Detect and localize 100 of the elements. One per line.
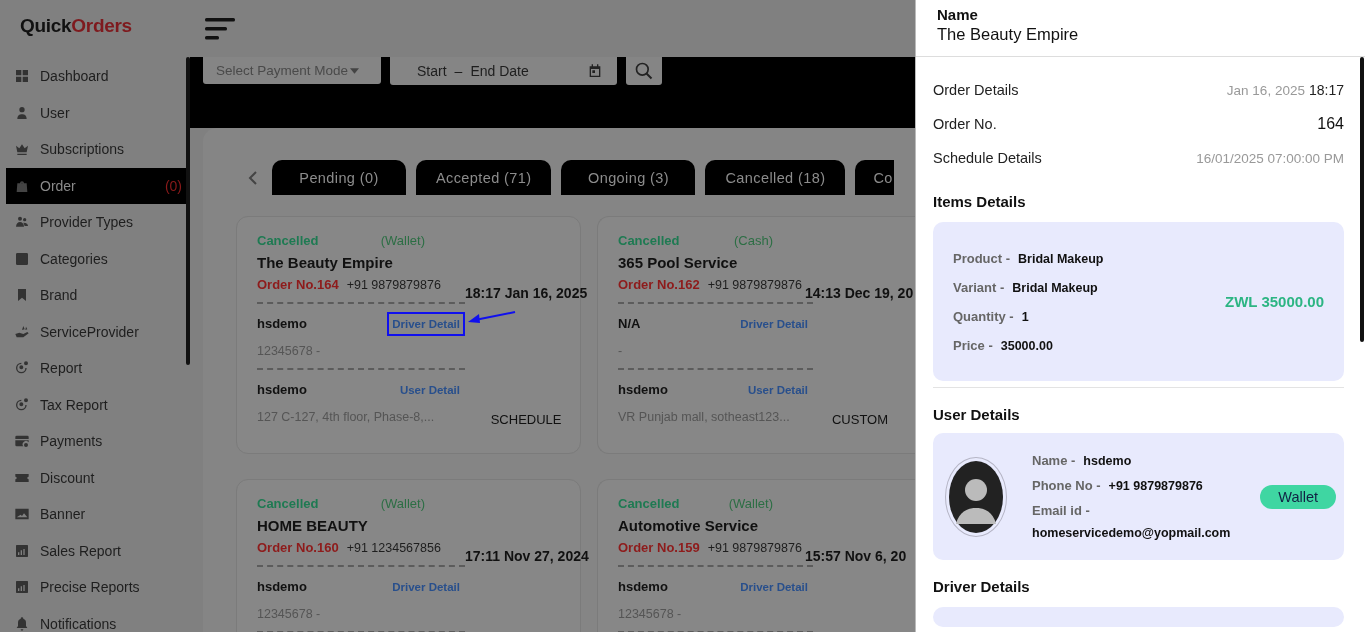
driver-detail-link[interactable]: Driver Detail xyxy=(387,575,465,599)
sidebar-item[interactable]: Discount xyxy=(6,459,186,496)
detail-label: Schedule Details xyxy=(933,150,1042,166)
driver-name: hsdemo xyxy=(257,316,307,331)
section-heading: Items Details xyxy=(933,193,1027,210)
driver-detail-link[interactable]: Driver Detail xyxy=(387,312,465,336)
order-status: Cancelled xyxy=(618,496,680,511)
menu-item-icon xyxy=(14,433,30,450)
sidebar-item[interactable]: ServiceProvider xyxy=(6,313,186,350)
field-value: +91 9879879876 xyxy=(1108,479,1203,493)
sidebar-item[interactable]: Banner xyxy=(6,496,186,533)
field-value: homeservicedemo@yopmail.com xyxy=(1032,526,1231,540)
annotation-arrow xyxy=(467,310,517,326)
calendar-icon xyxy=(587,63,603,79)
order-datetime: Jan 16, 2025 18:17 xyxy=(1226,82,1344,98)
order-time: 15:57 Nov 6, 20 xyxy=(805,548,907,564)
provider-name: The Beauty Empire xyxy=(257,254,394,271)
field-label: Email id - xyxy=(1032,503,1090,518)
date-range-field[interactable]: Start – End Date xyxy=(390,57,617,85)
caret-icon xyxy=(350,67,360,74)
driver-name: hsdemo xyxy=(618,579,668,594)
provider-name: HOME BEAUTY xyxy=(257,517,369,534)
sidebar-item[interactable]: Precise Reports xyxy=(6,569,186,606)
payment-method: (Wallet) xyxy=(380,496,425,511)
sidebar-item[interactable]: User xyxy=(6,94,186,131)
detail-value: 164 xyxy=(1317,115,1344,133)
user-detail-link[interactable]: User Detail xyxy=(394,378,465,402)
order-number: Order No.160 xyxy=(257,540,339,555)
field-label: Quantity - xyxy=(953,308,1014,324)
phone-number: +91 1234567856 xyxy=(346,541,441,555)
order-time: 14:13 Dec 19, 20 xyxy=(805,285,914,301)
order-time: 18:17 Jan 16, 2025 xyxy=(465,285,588,301)
menu-item-icon xyxy=(14,68,30,85)
menu-item-icon xyxy=(14,396,30,413)
section-heading: User Details xyxy=(933,406,1021,423)
driver-detail-link[interactable]: Driver Detail xyxy=(735,312,813,336)
total-amount: ZWL 35000.00 xyxy=(1225,293,1324,310)
driver-name: hsdemo xyxy=(257,579,307,594)
search-button[interactable] xyxy=(626,57,662,85)
provider-name: The Beauty Empire xyxy=(937,25,1080,44)
user-name: hsdemo xyxy=(618,382,668,397)
field-label: Price - xyxy=(953,337,993,353)
menu-icon[interactable] xyxy=(205,17,235,40)
order-time: 17:11 Nov 27, 2024 xyxy=(465,548,589,564)
field-label: Product - xyxy=(953,250,1011,266)
sidebar-item[interactable]: Notifications xyxy=(6,605,186,632)
search-icon xyxy=(634,61,654,81)
scrollbar[interactable] xyxy=(1360,57,1364,342)
field-value: 1 xyxy=(1021,309,1029,324)
field-label: Phone No - xyxy=(1032,478,1101,493)
section-heading: Driver Details xyxy=(933,578,1031,595)
menu-item-icon xyxy=(14,579,30,596)
status-tab[interactable]: Accepted (71) xyxy=(416,160,552,195)
user-detail-link[interactable]: User Detail xyxy=(742,378,813,402)
sidebar-item[interactable]: Subscriptions xyxy=(6,131,186,168)
driver-phone: - xyxy=(618,344,624,358)
phone-number: +91 9879879876 xyxy=(707,278,802,292)
order-type: CUSTOM xyxy=(831,412,889,427)
field-label: Name - xyxy=(1032,453,1076,468)
phone-number: +91 9879879876 xyxy=(707,541,802,555)
order-count: (0) xyxy=(164,177,183,194)
payment-method: (Cash) xyxy=(734,233,773,248)
status-tab[interactable]: Ongoing (3) xyxy=(561,160,696,195)
sidebar-item[interactable]: Provider Types xyxy=(6,204,186,241)
sidebar-item[interactable]: Dashboard xyxy=(6,58,186,95)
sidebar-item[interactable]: Brand xyxy=(6,277,186,314)
user-name: hsdemo xyxy=(257,382,307,397)
order-number: Order No.162 xyxy=(618,277,700,292)
sidebar-item[interactable]: Categories xyxy=(6,240,186,277)
driver-detail-link[interactable]: Driver Detail xyxy=(735,575,813,599)
order-type: SCHEDULE xyxy=(490,412,562,427)
chevron-left-icon[interactable] xyxy=(248,169,258,186)
order-status: Cancelled xyxy=(257,233,319,248)
detail-label: Order Details xyxy=(933,82,1019,98)
payment-method: (Wallet) xyxy=(728,496,773,511)
name-label: Name xyxy=(937,6,979,23)
sidebar-item[interactable]: Order (0) xyxy=(6,167,186,204)
payment-method: (Wallet) xyxy=(380,233,425,248)
order-number: Order No.164 xyxy=(257,277,339,292)
sidebar-item[interactable]: Report xyxy=(6,350,186,387)
logo: QuickOrders xyxy=(19,14,133,38)
scrollbar[interactable] xyxy=(186,57,190,365)
sidebar-item[interactable]: Tax Report xyxy=(6,386,186,423)
payment-badge: Wallet xyxy=(1260,484,1336,509)
detail-value: 16/01/2025 07:00:00 PM xyxy=(1196,150,1344,166)
field-value: hsdemo xyxy=(1083,454,1132,468)
sidebar-item[interactable]: Payments xyxy=(6,423,186,460)
phone-number: +91 9879879876 xyxy=(346,278,441,292)
status-tab[interactable]: Cancelled (18) xyxy=(705,160,846,195)
status-tab[interactable]: Co xyxy=(855,160,895,195)
order-status: Cancelled xyxy=(618,233,680,248)
status-tab[interactable]: Pending (0) xyxy=(272,160,406,195)
driver-name: N/A xyxy=(618,316,641,331)
menu-item-icon xyxy=(14,323,30,340)
detail-label: Order No. xyxy=(933,116,997,132)
sidebar-item[interactable]: Sales Report xyxy=(6,532,186,569)
field-value: Bridal Makeup xyxy=(1012,280,1098,295)
menu-item-icon xyxy=(14,542,30,559)
payment-mode-dropdown[interactable]: Select Payment Mode xyxy=(203,57,381,84)
menu-item-icon xyxy=(14,104,30,121)
